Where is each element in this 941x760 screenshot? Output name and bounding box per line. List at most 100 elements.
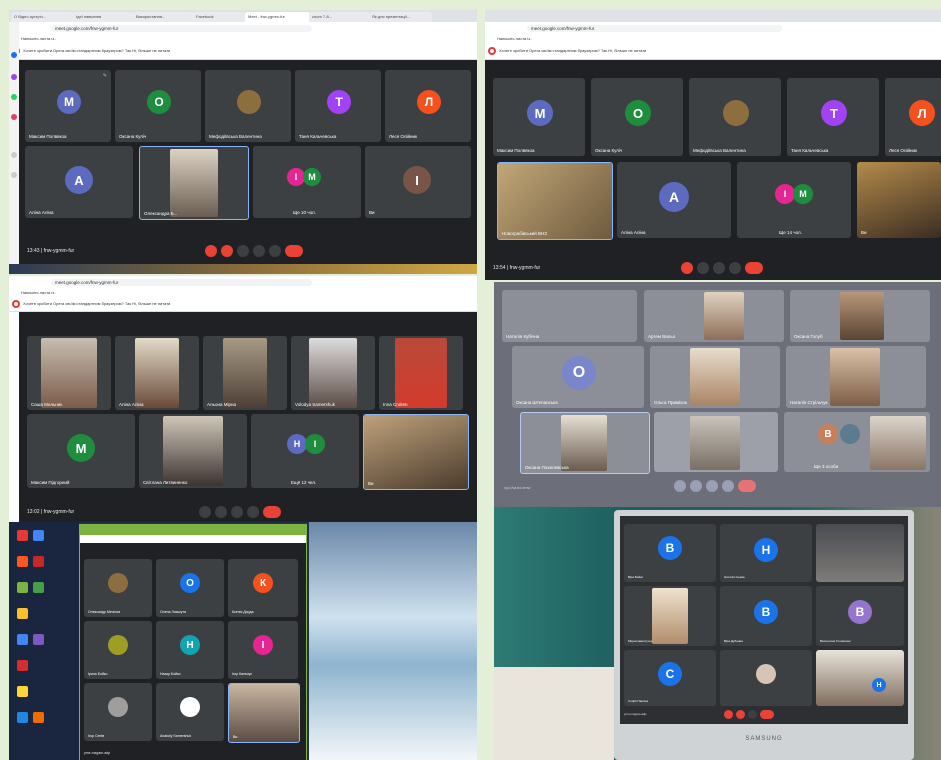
camera-button[interactable] bbox=[215, 506, 227, 518]
captions-button[interactable] bbox=[231, 506, 243, 518]
app-icon[interactable] bbox=[33, 582, 44, 593]
mic-off-icon: ✎ bbox=[102, 73, 107, 79]
tab-active[interactable]: Meet - fnw-ygmm-fur bbox=[245, 12, 310, 22]
viber-icon[interactable] bbox=[33, 634, 44, 645]
present-button[interactable] bbox=[706, 480, 718, 492]
participant-name: Оксана Куліч bbox=[119, 134, 147, 139]
video-feed bbox=[163, 416, 223, 486]
captions-button[interactable] bbox=[237, 245, 249, 257]
participant-name: Максим Підгорний bbox=[31, 480, 70, 485]
taskbar bbox=[9, 264, 477, 274]
present-button[interactable] bbox=[729, 262, 741, 274]
present-button[interactable] bbox=[748, 710, 757, 719]
bookmark-bar[interactable]: Напишіть листа із.. bbox=[9, 288, 477, 297]
bookmark-bar[interactable]: Напишіть листа із.. bbox=[485, 34, 941, 43]
vk-icon[interactable] bbox=[11, 74, 17, 80]
more-participants-label: Ещё 12 чел. bbox=[291, 480, 317, 485]
app-icon[interactable] bbox=[17, 582, 28, 593]
tab[interactable]: Як для презентації... bbox=[369, 12, 432, 22]
video-feed bbox=[690, 348, 740, 406]
participant-tile: І Ігор Кальчук bbox=[228, 621, 298, 679]
avatar-photo bbox=[180, 697, 200, 717]
participant-tile: Ігор Сенів bbox=[84, 683, 152, 741]
participant-name: Софія Павлюк bbox=[628, 699, 649, 703]
participant-tile-video: Volodya Samershuk bbox=[291, 336, 375, 410]
more-participants-label: Ще 3 особи bbox=[814, 464, 839, 469]
browser-tab-strip bbox=[485, 10, 941, 22]
present-button[interactable] bbox=[253, 245, 265, 257]
meeting-time-code: 13:02 | fnw-ygmm-fur bbox=[27, 509, 75, 515]
mic-button[interactable] bbox=[205, 245, 217, 257]
participant-name: Наталія Ільєва bbox=[724, 575, 745, 579]
url-field[interactable]: meet.google.com/fnw-ygmm-fur bbox=[527, 25, 782, 32]
participant-tile-self: Н bbox=[816, 650, 904, 706]
tab[interactable]: Використання... bbox=[133, 12, 194, 22]
participant-name: Наталія Кубічна bbox=[506, 334, 540, 339]
tab[interactable]: Facebook bbox=[193, 12, 246, 22]
mic-button[interactable] bbox=[724, 710, 733, 719]
captions-button[interactable] bbox=[713, 262, 725, 274]
leave-call-button[interactable] bbox=[745, 262, 763, 274]
app-icon[interactable] bbox=[17, 660, 28, 671]
app-icon[interactable] bbox=[17, 686, 28, 697]
call-controls bbox=[674, 480, 774, 494]
present-button[interactable] bbox=[247, 506, 259, 518]
app-icon[interactable] bbox=[33, 556, 44, 567]
mic-button[interactable] bbox=[674, 480, 686, 492]
settings-icon[interactable] bbox=[11, 172, 17, 178]
infobar-text: Хочете зробити Opera своїм стандартним б… bbox=[23, 48, 171, 53]
camera-button[interactable] bbox=[221, 245, 233, 257]
whatsapp-icon[interactable] bbox=[11, 94, 17, 100]
more-button[interactable] bbox=[722, 480, 734, 492]
url-field[interactable]: meet.google.com/fnw-ygmm-fur bbox=[51, 25, 313, 32]
participant-name: Аліна Аліна bbox=[29, 210, 54, 215]
messenger-icon[interactable] bbox=[11, 52, 17, 58]
app-icon[interactable] bbox=[33, 530, 44, 541]
participant-tile: М Максим Полвякоа bbox=[493, 78, 585, 156]
app-icon[interactable] bbox=[17, 556, 28, 567]
tab[interactable]: О Відео-зустріч... bbox=[11, 12, 74, 22]
infobar-text: Хочете зробити Opera своїм стандартним б… bbox=[23, 301, 171, 306]
opera-icon bbox=[12, 300, 20, 308]
bookmark-bar[interactable]: Напишіть листа із.. bbox=[9, 34, 477, 43]
chrome-icon[interactable] bbox=[17, 634, 28, 645]
leave-call-button[interactable] bbox=[738, 480, 756, 492]
avatar: О bbox=[147, 90, 171, 114]
participant-tile: Артем Вальо bbox=[644, 290, 784, 342]
app-icon[interactable] bbox=[17, 712, 28, 723]
participant-name: Оксана Штепанська bbox=[516, 400, 558, 405]
participant-tile: Ірина Бойко bbox=[84, 621, 152, 679]
more-button[interactable] bbox=[269, 245, 281, 257]
participant-tile: Т Таня Кальчевська bbox=[787, 78, 879, 156]
participant-name: Світлана Литвиненко bbox=[143, 480, 188, 485]
mic-button[interactable] bbox=[681, 262, 693, 274]
history-icon[interactable] bbox=[11, 152, 17, 158]
avatar-photo bbox=[108, 573, 128, 593]
participant-tile: В Валентина Головатюк bbox=[816, 586, 904, 646]
desktop-icons-left bbox=[9, 522, 79, 760]
avatar-photo bbox=[237, 90, 261, 114]
tab[interactable]: Ідеї навчання bbox=[73, 12, 134, 22]
leave-call-button[interactable] bbox=[285, 245, 303, 257]
tab[interactable]: zoom 7-8... bbox=[309, 12, 370, 22]
participant-tile-self: Ви bbox=[363, 414, 469, 490]
camera-button[interactable] bbox=[690, 480, 702, 492]
leave-call-button[interactable] bbox=[760, 710, 774, 719]
leave-call-button[interactable] bbox=[263, 506, 281, 518]
app-icon[interactable] bbox=[33, 712, 44, 723]
participant-tile: Н Наталія Ільєва bbox=[720, 524, 812, 582]
participant-tile: Мефодіївська Валентина bbox=[689, 78, 781, 156]
camera-button[interactable] bbox=[736, 710, 745, 719]
app-icon[interactable] bbox=[17, 608, 28, 619]
app-icon[interactable] bbox=[17, 530, 28, 541]
call-controls bbox=[205, 245, 325, 259]
participant-tile-group: І М Ще 10 чол. bbox=[253, 146, 361, 218]
avatar: О bbox=[180, 573, 200, 593]
instagram-icon[interactable] bbox=[11, 114, 17, 120]
mic-button[interactable] bbox=[199, 506, 211, 518]
camera-button[interactable] bbox=[697, 262, 709, 274]
photo-bottom-right: Наталія Кубічна Артем Вальо Оксана Голуб… bbox=[494, 282, 941, 760]
avatar: М bbox=[303, 168, 321, 186]
url-field[interactable]: meet.google.com/fnw-ygmm-fur bbox=[51, 279, 313, 286]
participant-tile: Л Леся Олійник bbox=[885, 78, 941, 156]
